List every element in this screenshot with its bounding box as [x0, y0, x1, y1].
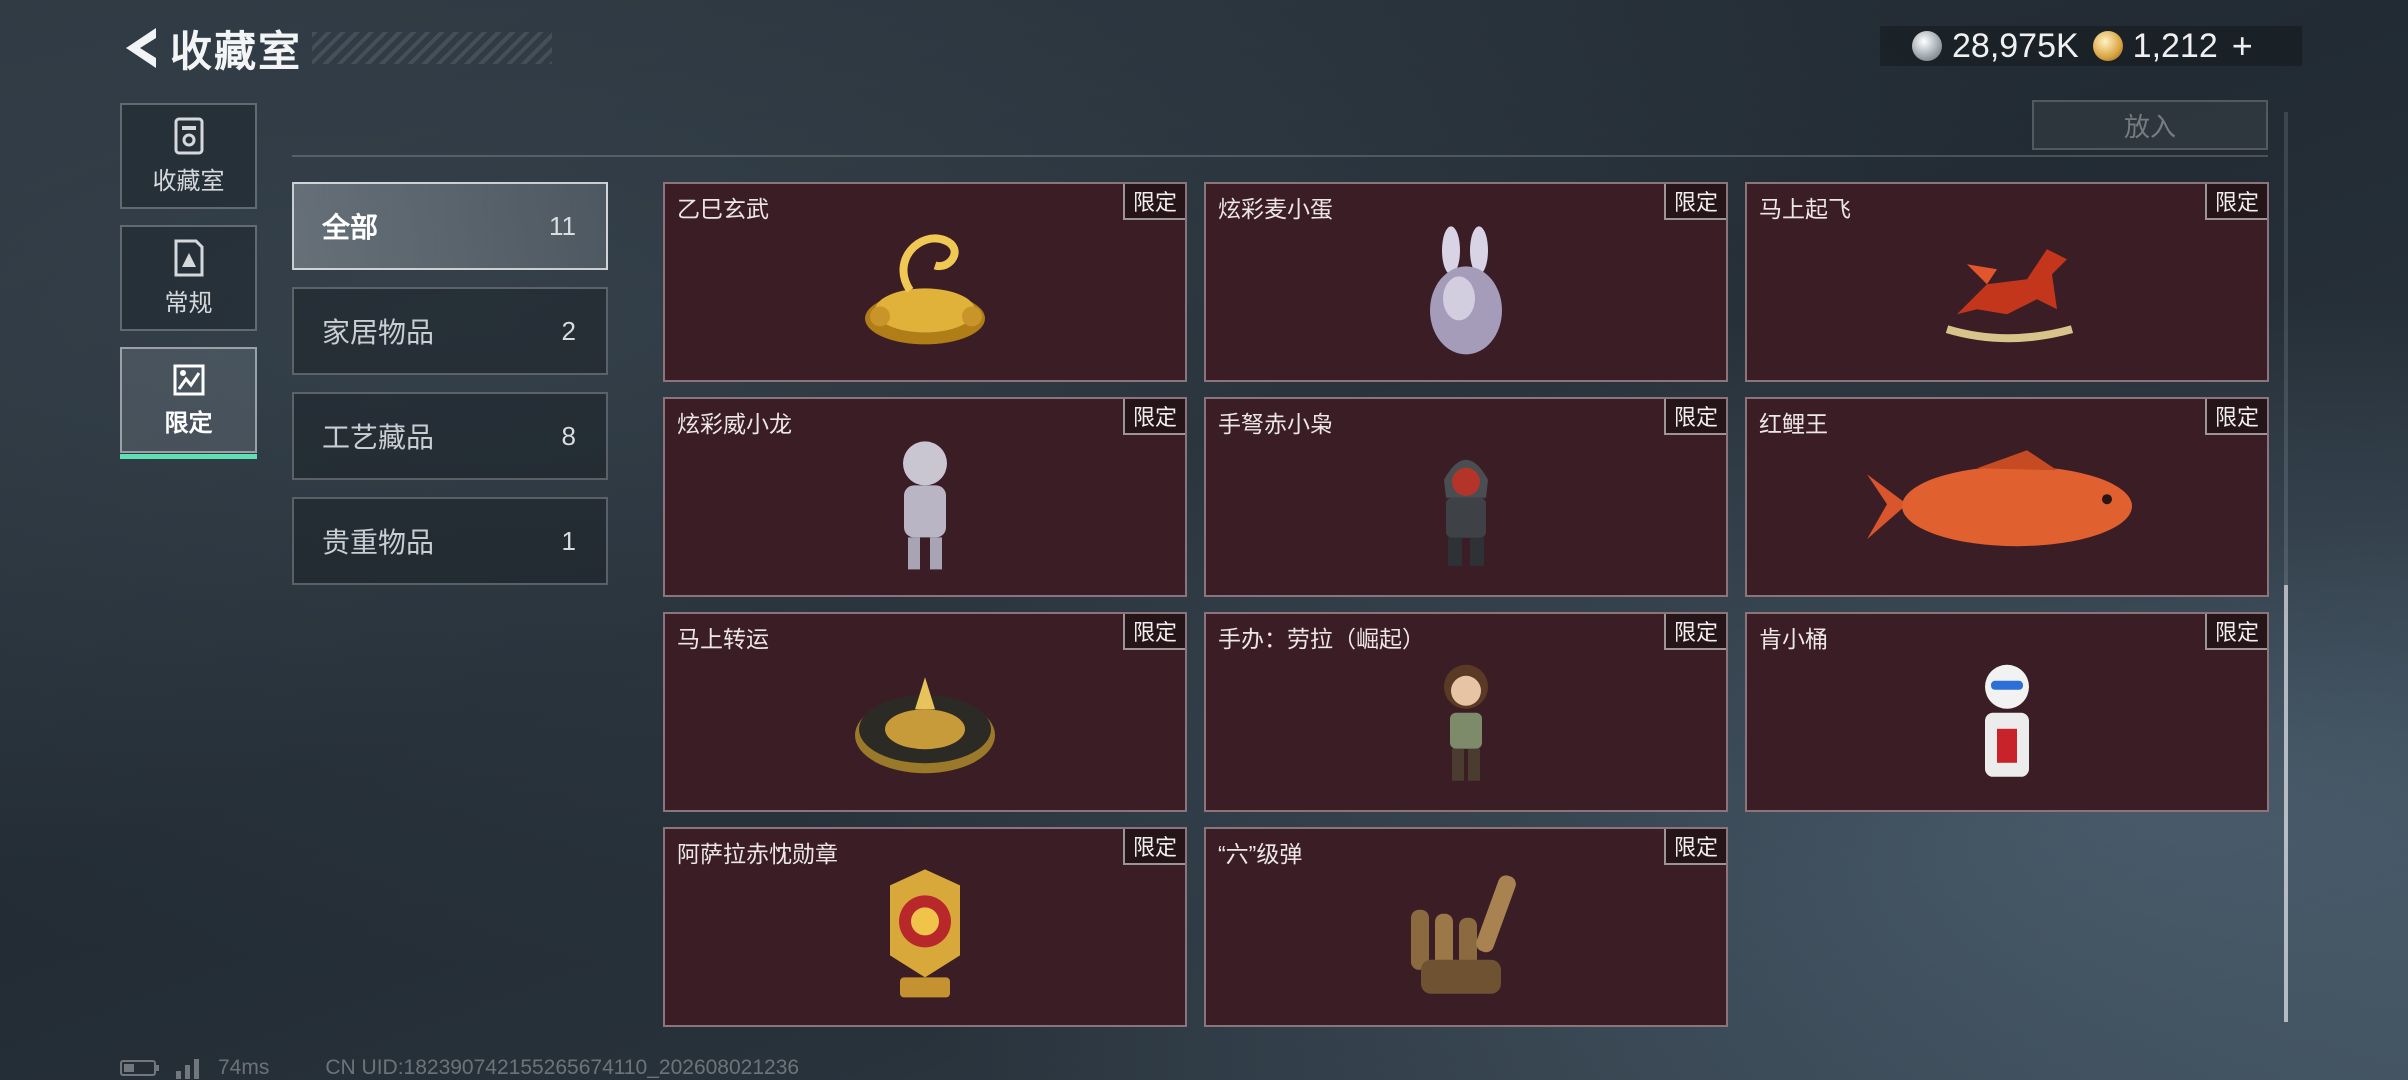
- gold-coin-icon: [2092, 31, 2123, 61]
- back-arrow-icon: [126, 28, 156, 68]
- limited-badge: 限定: [2205, 399, 2267, 435]
- silver-coin-icon: [1912, 31, 1942, 61]
- item-card[interactable]: 手办：劳拉（崛起） 限定: [1204, 612, 1728, 812]
- storage-icon: [174, 117, 203, 154]
- category-count: 8: [561, 420, 576, 451]
- back-button[interactable]: [118, 22, 166, 74]
- hooded-figure-icon: [1444, 459, 1488, 566]
- bullet-hand-icon: [1411, 875, 1516, 994]
- add-currency-button[interactable]: +: [2232, 25, 2253, 67]
- golden-tortoise-snake-icon: [865, 234, 985, 345]
- category-valuable[interactable]: 贵重物品 1: [292, 497, 608, 585]
- limited-badge: 限定: [1123, 184, 1185, 220]
- limited-image-icon: [173, 364, 204, 395]
- scrollbar-thumb[interactable]: [2284, 585, 2288, 1022]
- rail-item-label: 常规: [164, 289, 213, 317]
- item-name: 阿萨拉赤忱勋章: [677, 841, 838, 867]
- item-name: 炫彩威小龙: [677, 411, 792, 437]
- item-name: 红鲤王: [1759, 411, 1828, 437]
- item-name: 手弩赤小枭: [1218, 411, 1333, 437]
- category-name: 工艺藏品: [322, 422, 435, 453]
- item-card[interactable]: 炫彩麦小蛋 限定: [1204, 182, 1728, 382]
- item-name: 乙巳玄武: [677, 196, 769, 222]
- document-icon: [174, 239, 203, 276]
- item-card[interactable]: 肯小桶 限定: [1745, 612, 2269, 812]
- ping-value: 74ms: [218, 1056, 270, 1079]
- category-all[interactable]: 全部 11: [292, 182, 608, 270]
- silver-figure-icon: [903, 441, 947, 570]
- rail-item-collection[interactable]: 收藏室: [120, 103, 257, 209]
- category-name: 贵重物品: [322, 527, 435, 558]
- item-card[interactable]: 炫彩威小龙 限定: [663, 397, 1187, 597]
- item-card[interactable]: “六”级弹 限定: [1204, 827, 1728, 1027]
- limited-badge: 限定: [1664, 399, 1726, 435]
- item-name: 手办：劳拉（崛起）: [1218, 626, 1425, 652]
- lara-figure-icon: [1444, 664, 1488, 781]
- gold-medal-icon: [890, 869, 960, 998]
- limited-badge: 限定: [1664, 829, 1726, 865]
- item-name: 炫彩麦小蛋: [1218, 196, 1333, 222]
- item-card[interactable]: 手弩赤小枭 限定: [1204, 397, 1728, 597]
- currency-silver: 28,975K: [1912, 27, 2079, 66]
- currency-bar: 28,975K 1,212 +: [1880, 25, 2302, 67]
- page-title: 收藏室: [170, 27, 303, 75]
- limited-badge: 限定: [2205, 184, 2267, 220]
- item-card[interactable]: 红鲤王 限定: [1745, 397, 2269, 597]
- page-header: 收藏室: [170, 22, 553, 75]
- place-button[interactable]: 放入: [2032, 100, 2268, 150]
- category-craft[interactable]: 工艺藏品 8: [292, 392, 608, 480]
- limited-badge: 限定: [1123, 399, 1185, 435]
- rail-item-label: 收藏室: [152, 167, 225, 195]
- rail-item-label: 限定: [164, 409, 213, 437]
- item-name: 马上转运: [677, 626, 769, 652]
- red-carp-icon: [1867, 450, 2132, 547]
- limited-badge: 限定: [2205, 614, 2267, 650]
- item-name: 肯小桶: [1759, 626, 1828, 652]
- rail-item-limited[interactable]: 限定: [120, 347, 257, 459]
- item-card[interactable]: 马上转运 限定: [663, 612, 1187, 812]
- rail-item-regular[interactable]: 常规: [120, 225, 257, 331]
- user-uid: CN UID:1823907421552656741​10_2026080212…: [325, 1056, 800, 1079]
- limited-badge: 限定: [1664, 184, 1726, 220]
- limited-badge: 限定: [1123, 829, 1185, 865]
- currency-gold-value: 1,212: [2132, 26, 2218, 65]
- category-home[interactable]: 家居物品 2: [292, 287, 608, 375]
- rabbit-egg-icon: [1430, 226, 1502, 355]
- category-count: 2: [561, 315, 576, 346]
- currency-gold: 1,212 +: [2092, 25, 2253, 67]
- currency-silver-value: 28,975K: [1952, 26, 2079, 65]
- limited-badge: 限定: [1123, 614, 1185, 650]
- status-footer: 74ms CN UID:1823907421552656741​10_20260…: [120, 1056, 799, 1080]
- item-name: 马上起飞: [1759, 196, 1851, 222]
- category-count: 1: [561, 525, 576, 556]
- item-card[interactable]: 乙巳玄武 限定: [663, 182, 1187, 382]
- item-name: “六”级弹: [1218, 841, 1303, 867]
- item-card[interactable]: 阿萨拉赤忱勋章 限定: [663, 827, 1187, 1027]
- signal-icon: [176, 1059, 199, 1079]
- category-name: 家居物品: [322, 317, 435, 348]
- colonel-figure-icon: [1985, 664, 2029, 777]
- title-decoration: [312, 32, 553, 64]
- red-horse-icon: [1945, 249, 2074, 343]
- category-count: 11: [549, 210, 576, 241]
- golden-compass-icon: [855, 677, 995, 774]
- section-divider: [292, 155, 2268, 157]
- limited-badge: 限定: [1664, 614, 1726, 650]
- category-name: 全部: [322, 212, 379, 243]
- battery-icon: [120, 1060, 159, 1076]
- item-card[interactable]: 马上起飞 限定: [1745, 182, 2269, 382]
